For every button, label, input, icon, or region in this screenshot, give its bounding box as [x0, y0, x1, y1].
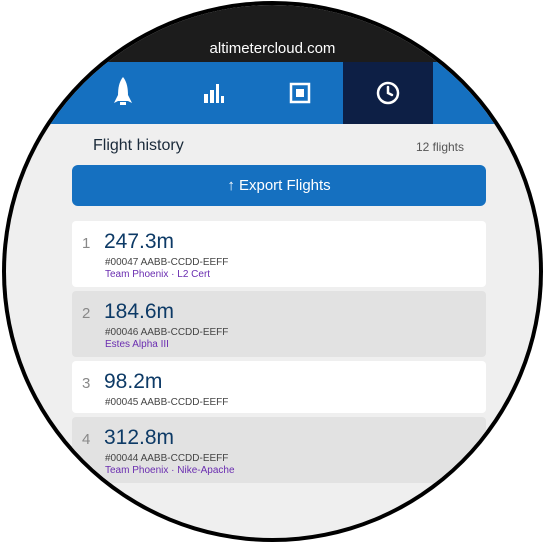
flight-tags: Team Phoenix · Nike-Apache: [105, 465, 235, 476]
tab-rocket[interactable]: [78, 62, 168, 124]
flight-team: Team Phoenix: [105, 465, 169, 476]
watch-bezel: altimetercloud.com Flight history 12 fli…: [2, 1, 543, 542]
flight-row[interactable]: 1 247.3m #00047 AABB-CCDD-EEFF Team Phoe…: [72, 221, 486, 287]
flight-serial: #00046 AABB-CCDD-EEFF: [105, 327, 229, 338]
flight-serial: #00047 AABB-CCDD-EEFF: [105, 257, 229, 268]
flight-altitude: 312.8m: [104, 426, 175, 449]
flight-rocket: Nike-Apache: [177, 465, 235, 476]
flight-index: 4: [82, 431, 91, 448]
tab-bar: [6, 62, 539, 124]
history-header: Flight history 12 flights: [6, 133, 539, 157]
tag-separator: ·: [168, 465, 178, 476]
page-title: Flight history: [93, 137, 184, 154]
tab-stats[interactable]: [169, 62, 259, 124]
bar-chart-icon: [204, 84, 224, 103]
flight-tags: Team Phoenix · L2 Cert: [105, 269, 210, 280]
flight-rocket: L2 Cert: [177, 269, 211, 280]
url-text: altimetercloud.com: [209, 40, 336, 57]
clock-icon: [376, 81, 400, 105]
flight-index: 1: [82, 235, 91, 252]
flight-serial: #00045 AABB-CCDD-EEFF: [105, 397, 229, 408]
browser-url-bar[interactable]: altimetercloud.com: [6, 5, 539, 62]
watch-screen: altimetercloud.com Flight history 12 fli…: [6, 5, 539, 538]
flight-team: Team Phoenix: [105, 269, 169, 280]
tab-history[interactable]: [343, 62, 433, 124]
flight-altitude: 98.2m: [104, 370, 163, 393]
flight-row[interactable]: 3 98.2m #00045 AABB-CCDD-EEFF: [72, 361, 486, 413]
flight-index: 2: [82, 305, 91, 322]
tab-tracking[interactable]: [255, 62, 345, 124]
flight-tags: Estes Alpha III: [105, 339, 169, 350]
flight-altitude: 247.3m: [104, 230, 175, 253]
flight-rocket: Estes Alpha III: [105, 339, 169, 350]
square-target-icon: [289, 82, 311, 104]
flight-serial: #00044 AABB-CCDD-EEFF: [105, 453, 229, 464]
flight-row[interactable]: 4 312.8m #00044 AABB-CCDD-EEFF Team Phoe…: [72, 417, 486, 483]
flight-count: 12 flights: [415, 140, 464, 154]
rocket-icon: [114, 77, 132, 105]
export-flights-button[interactable]: ↑ Export Flights: [72, 165, 486, 206]
flight-index: 3: [82, 375, 91, 392]
flight-row[interactable]: 2 184.6m #00046 AABB-CCDD-EEFF Estes Alp…: [72, 291, 486, 357]
tag-separator: ·: [168, 269, 178, 280]
flight-altitude: 184.6m: [104, 300, 175, 323]
